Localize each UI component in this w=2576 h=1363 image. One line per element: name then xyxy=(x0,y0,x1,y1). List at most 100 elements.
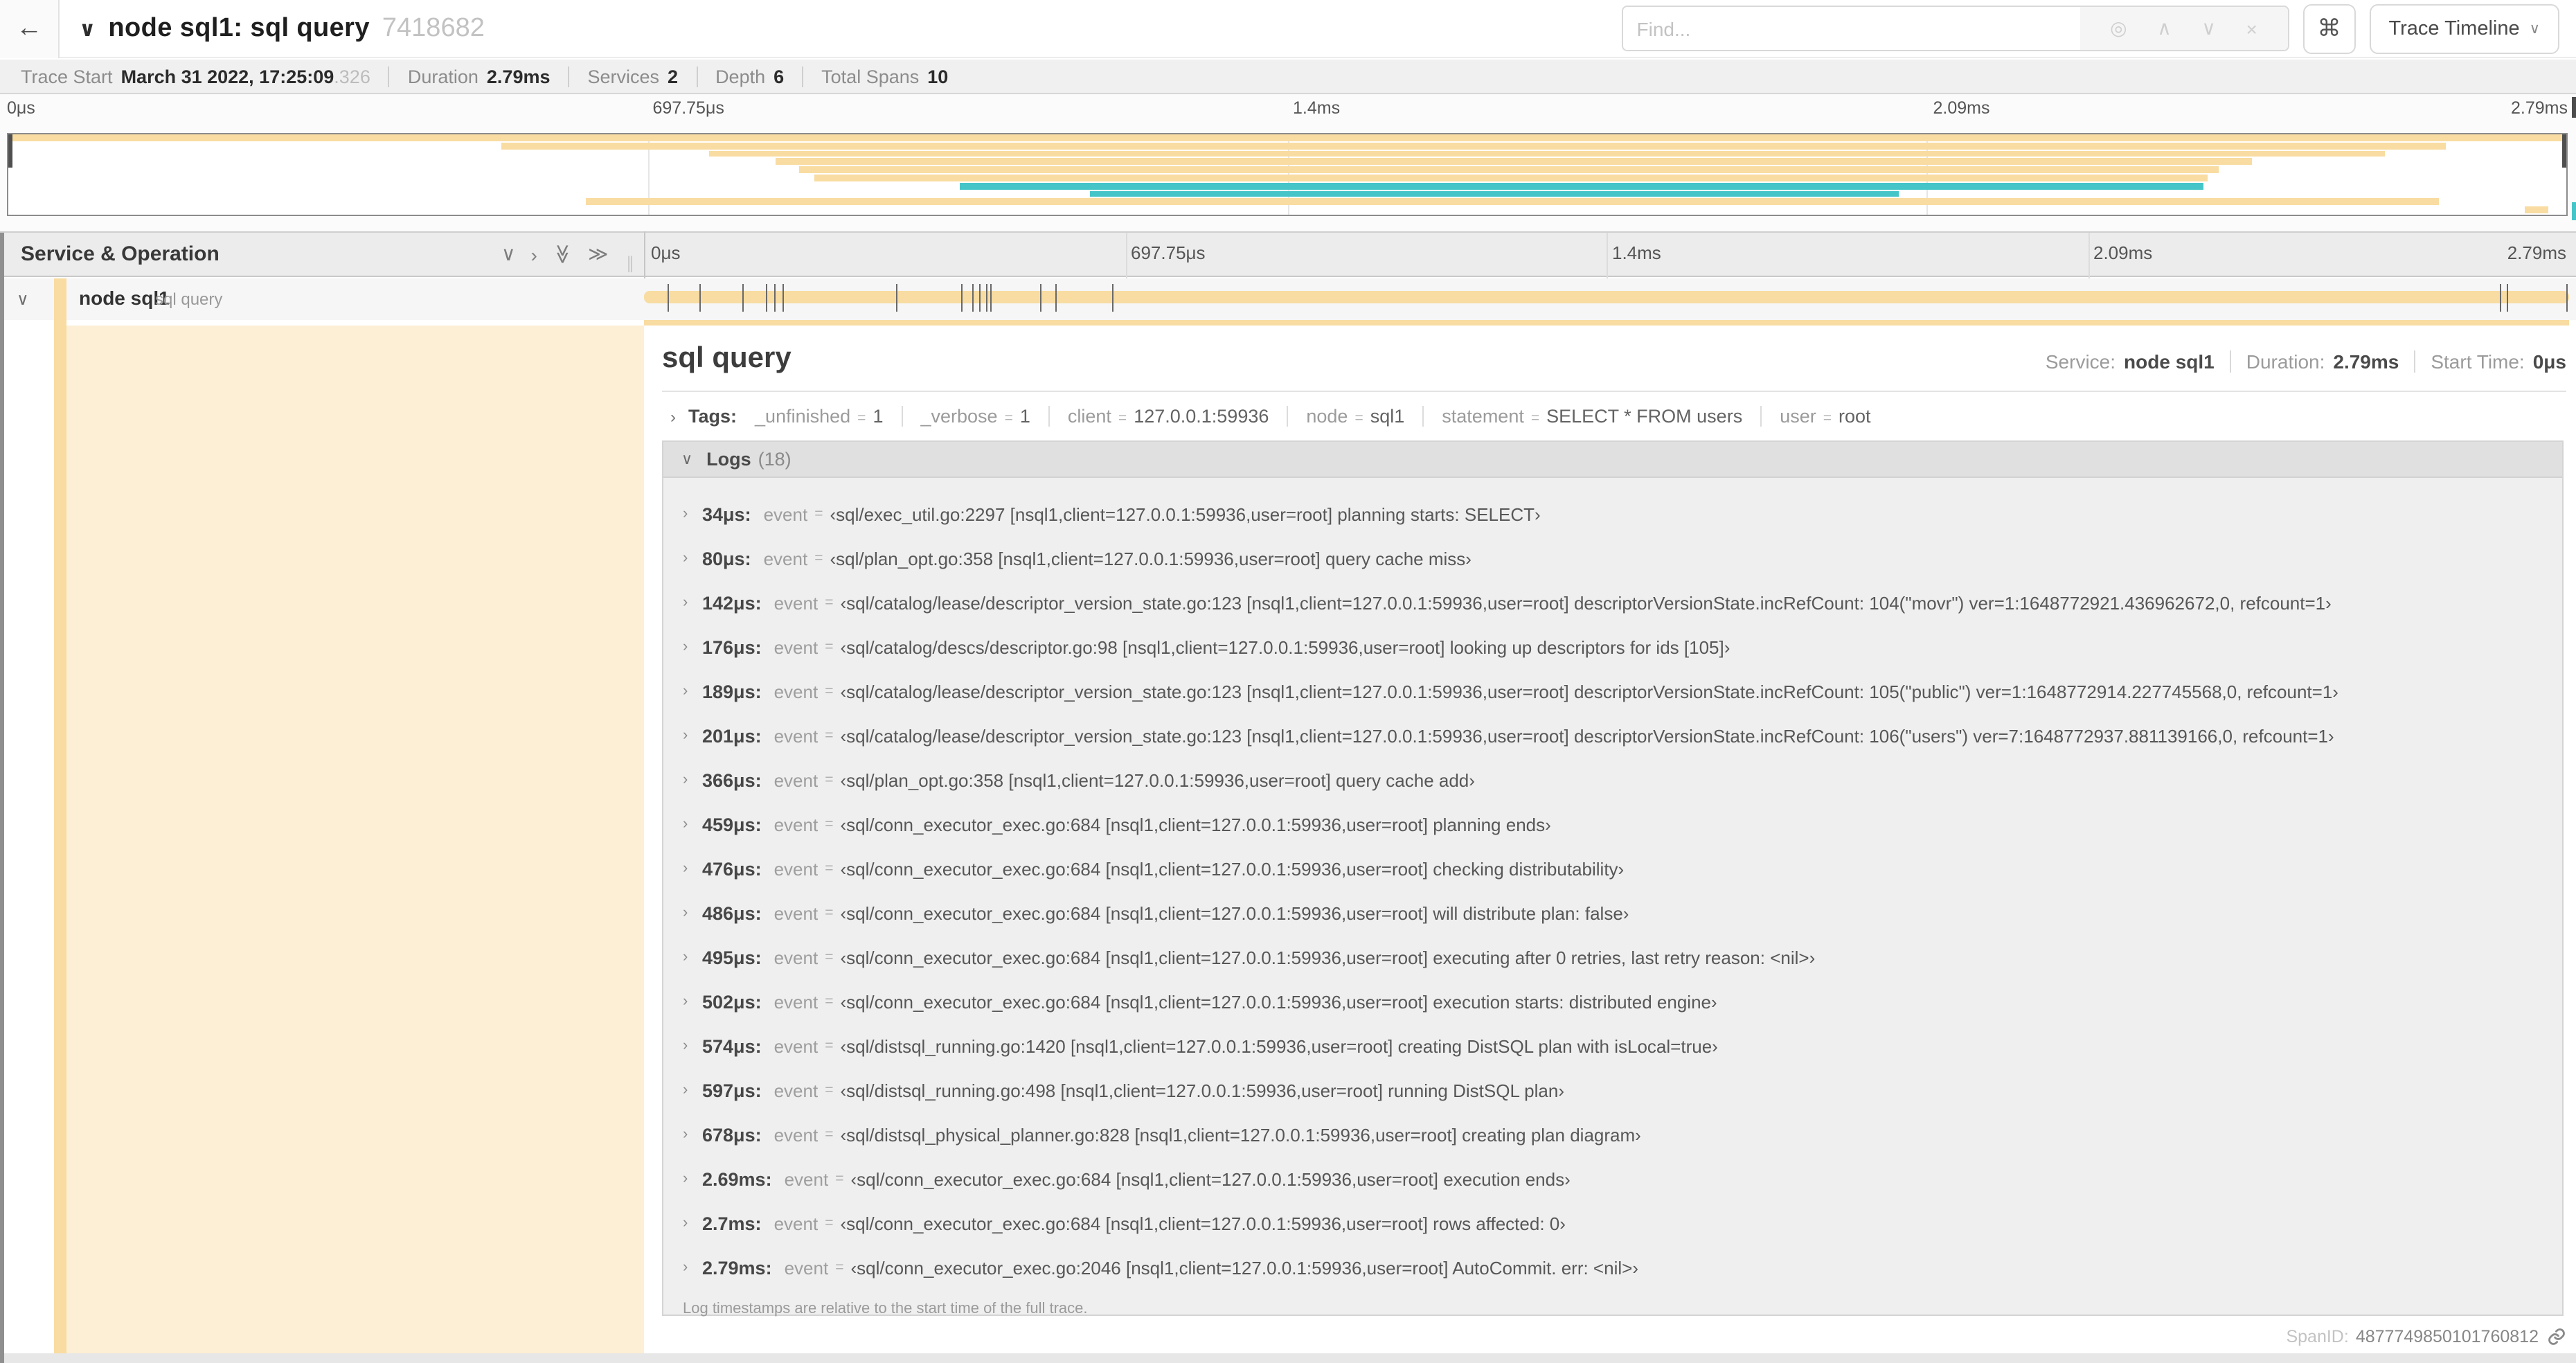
log-marker-tick xyxy=(972,284,974,312)
column-resizer-handle[interactable]: ∥ xyxy=(626,253,634,273)
meta-label: Service: xyxy=(2045,350,2116,372)
span-duration-bar[interactable] xyxy=(644,291,2569,303)
log-field-value: ‹sql/distsql_running.go:1420 [nsql1,clie… xyxy=(840,1035,1718,1056)
log-field-value: ‹sql/conn_executor_exec.go:684 [nsql1,cl… xyxy=(850,1168,1571,1189)
log-timestamp: 142μs: xyxy=(702,592,762,613)
minimap-axis-label: 2.09ms xyxy=(1933,98,1990,118)
minimap-span-bar xyxy=(586,198,2439,206)
log-entry[interactable]: › 176μs: event = ‹sql/catalog/descs/desc… xyxy=(663,625,2562,669)
log-field-key: event xyxy=(784,1168,829,1189)
span-row[interactable]: ∨ node sql1 sql query xyxy=(0,278,2576,320)
left-scroll-strip[interactable] xyxy=(0,233,3,1363)
collapse-one-icon[interactable]: ∨ xyxy=(501,242,516,266)
log-timestamp: 189μs: xyxy=(702,681,762,702)
equals-sign: = xyxy=(1354,410,1363,427)
chevron-right-icon: › xyxy=(683,727,688,744)
tag-item[interactable]: client = 127.0.0.1:59936 xyxy=(1048,406,1269,427)
log-timestamp: 201μs: xyxy=(702,725,762,746)
log-timestamp: 459μs: xyxy=(702,814,762,835)
log-entry[interactable]: › 2.7ms: event = ‹sql/conn_executor_exec… xyxy=(663,1201,2562,1245)
log-entry[interactable]: › 597μs: event = ‹sql/distsql_running.go… xyxy=(663,1068,2562,1112)
span-detail-panel: sql query Service: node sql1 Duration: 2… xyxy=(644,325,2576,1362)
tag-key: client xyxy=(1067,406,1111,427)
log-entry[interactable]: › 189μs: event = ‹sql/catalog/lease/desc… xyxy=(663,669,2562,713)
tag-item[interactable]: user = root xyxy=(1760,406,1871,427)
next-result-icon[interactable]: ∨ xyxy=(2201,17,2216,40)
expand-all-icon[interactable]: ≫ xyxy=(588,242,608,266)
trace-collapse-icon[interactable]: ∨ xyxy=(79,16,96,41)
log-field-key: event xyxy=(773,681,819,702)
span-detail-accent xyxy=(644,320,2569,325)
log-marker-tick xyxy=(1111,284,1113,312)
collapse-all-icon[interactable]: ≫ xyxy=(551,244,575,264)
log-marker-tick xyxy=(990,284,992,312)
link-icon[interactable] xyxy=(2547,1326,2566,1346)
log-marker-tick xyxy=(960,284,963,312)
prev-result-icon[interactable]: ∧ xyxy=(2157,17,2172,40)
chevron-right-icon: › xyxy=(683,1215,688,1231)
tag-value: sql1 xyxy=(1370,406,1405,427)
tag-key: _verbose xyxy=(920,406,998,427)
equals-sign: = xyxy=(1118,410,1127,427)
log-field-value: ‹sql/conn_executor_exec.go:684 [nsql1,cl… xyxy=(840,902,1629,923)
meta-label: Duration: xyxy=(2246,350,2325,372)
top-header: ← ∨ node sql1: sql query 7418682 ◎ ∧ ∨ ×… xyxy=(0,0,2576,58)
log-entry[interactable]: › 678μs: event = ‹sql/distsql_physical_p… xyxy=(663,1112,2562,1157)
tag-item[interactable]: node = sql1 xyxy=(1287,406,1404,427)
tag-item[interactable]: _verbose = 1 xyxy=(901,406,1030,427)
back-arrow-icon: ← xyxy=(16,13,42,42)
log-entry[interactable]: › 80μs: event = ‹sql/plan_opt.go:358 [ns… xyxy=(663,536,2562,580)
detail-meta-item: Duration: 2.79ms xyxy=(2229,350,2399,372)
log-entry[interactable]: › 34μs: event = ‹sql/exec_util.go:2297 [… xyxy=(663,492,2562,536)
tag-item[interactable]: statement = SELECT * FROM users xyxy=(1422,406,1742,427)
tag-item[interactable]: _unfinished = 1 xyxy=(755,406,883,427)
equals-sign: = xyxy=(1530,410,1540,427)
right-scrollbar-thumb[interactable] xyxy=(2572,97,2576,118)
find-control: ◎ ∧ ∨ × xyxy=(1621,6,2289,51)
log-field-key: event xyxy=(773,814,819,835)
log-entry[interactable]: › 486μs: event = ‹sql/conn_executor_exec… xyxy=(663,891,2562,935)
meta-value: node sql1 xyxy=(2124,350,2215,372)
log-entry[interactable]: › 574μs: event = ‹sql/distsql_running.go… xyxy=(663,1024,2562,1068)
minimap-axis-label: 697.75μs xyxy=(652,98,724,118)
log-entry[interactable]: › 201μs: event = ‹sql/catalog/lease/desc… xyxy=(663,713,2562,758)
timeline-axis-label: 2.09ms xyxy=(2093,242,2153,263)
locate-icon[interactable]: ◎ xyxy=(2110,17,2127,40)
log-entry[interactable]: › 366μs: event = ‹sql/plan_opt.go:358 [n… xyxy=(663,758,2562,802)
tags-row[interactable]: › Tags: _unfinished = 1 _verbose = 1 cli… xyxy=(670,404,1871,429)
log-timestamp: 678μs: xyxy=(702,1124,762,1145)
meta-label: Start Time: xyxy=(2431,350,2525,372)
clear-search-icon[interactable]: × xyxy=(2246,17,2257,39)
log-field-value: ‹sql/catalog/descs/descriptor.go:98 [nsq… xyxy=(840,636,1730,657)
log-entry[interactable]: › 502μs: event = ‹sql/conn_executor_exec… xyxy=(663,979,2562,1024)
minimap-span-bar xyxy=(960,182,2203,190)
log-entry[interactable]: › 2.69ms: event = ‹sql/conn_executor_exe… xyxy=(663,1157,2562,1201)
tags-label: Tags: xyxy=(688,406,737,427)
equals-sign: = xyxy=(814,550,823,567)
trace-view-selector[interactable]: Trace Timeline ∨ xyxy=(2369,3,2559,53)
log-entry[interactable]: › 476μs: event = ‹sql/conn_executor_exec… xyxy=(663,846,2562,891)
chevron-right-icon: › xyxy=(683,949,688,965)
column-title: Service & Operation xyxy=(21,242,220,266)
back-button[interactable]: ← xyxy=(0,0,60,57)
minimap-canvas[interactable] xyxy=(7,133,2568,216)
row-collapse-icon[interactable]: ∨ xyxy=(17,289,29,309)
keyboard-shortcuts-button[interactable]: ⌘ xyxy=(2302,3,2356,53)
log-entry[interactable]: › 2.79ms: event = ‹sql/conn_executor_exe… xyxy=(663,1245,2562,1290)
minimap-right-scrubber[interactable] xyxy=(2562,134,2566,168)
equals-sign: = xyxy=(814,506,823,522)
logs-header[interactable]: ∨ Logs (18) xyxy=(663,442,2562,478)
find-buttons: ◎ ∧ ∨ × xyxy=(2079,7,2288,50)
equals-sign: = xyxy=(857,410,866,427)
log-marker-tick xyxy=(896,284,898,312)
chevron-right-icon[interactable]: › xyxy=(670,407,676,426)
log-entry[interactable]: › 142μs: event = ‹sql/catalog/lease/desc… xyxy=(663,580,2562,625)
detail-meta: Service: node sql1 Duration: 2.79ms Star… xyxy=(2046,350,2566,372)
minimap-left-scrubber[interactable] xyxy=(8,134,12,168)
log-entry[interactable]: › 459μs: event = ‹sql/conn_executor_exec… xyxy=(663,802,2562,846)
log-entry[interactable]: › 495μs: event = ‹sql/conn_executor_exec… xyxy=(663,935,2562,979)
find-input[interactable] xyxy=(1622,7,2080,50)
expand-one-icon[interactable]: › xyxy=(531,243,537,265)
minimap-span-bar xyxy=(776,158,2252,166)
log-field-key: event xyxy=(763,504,808,524)
